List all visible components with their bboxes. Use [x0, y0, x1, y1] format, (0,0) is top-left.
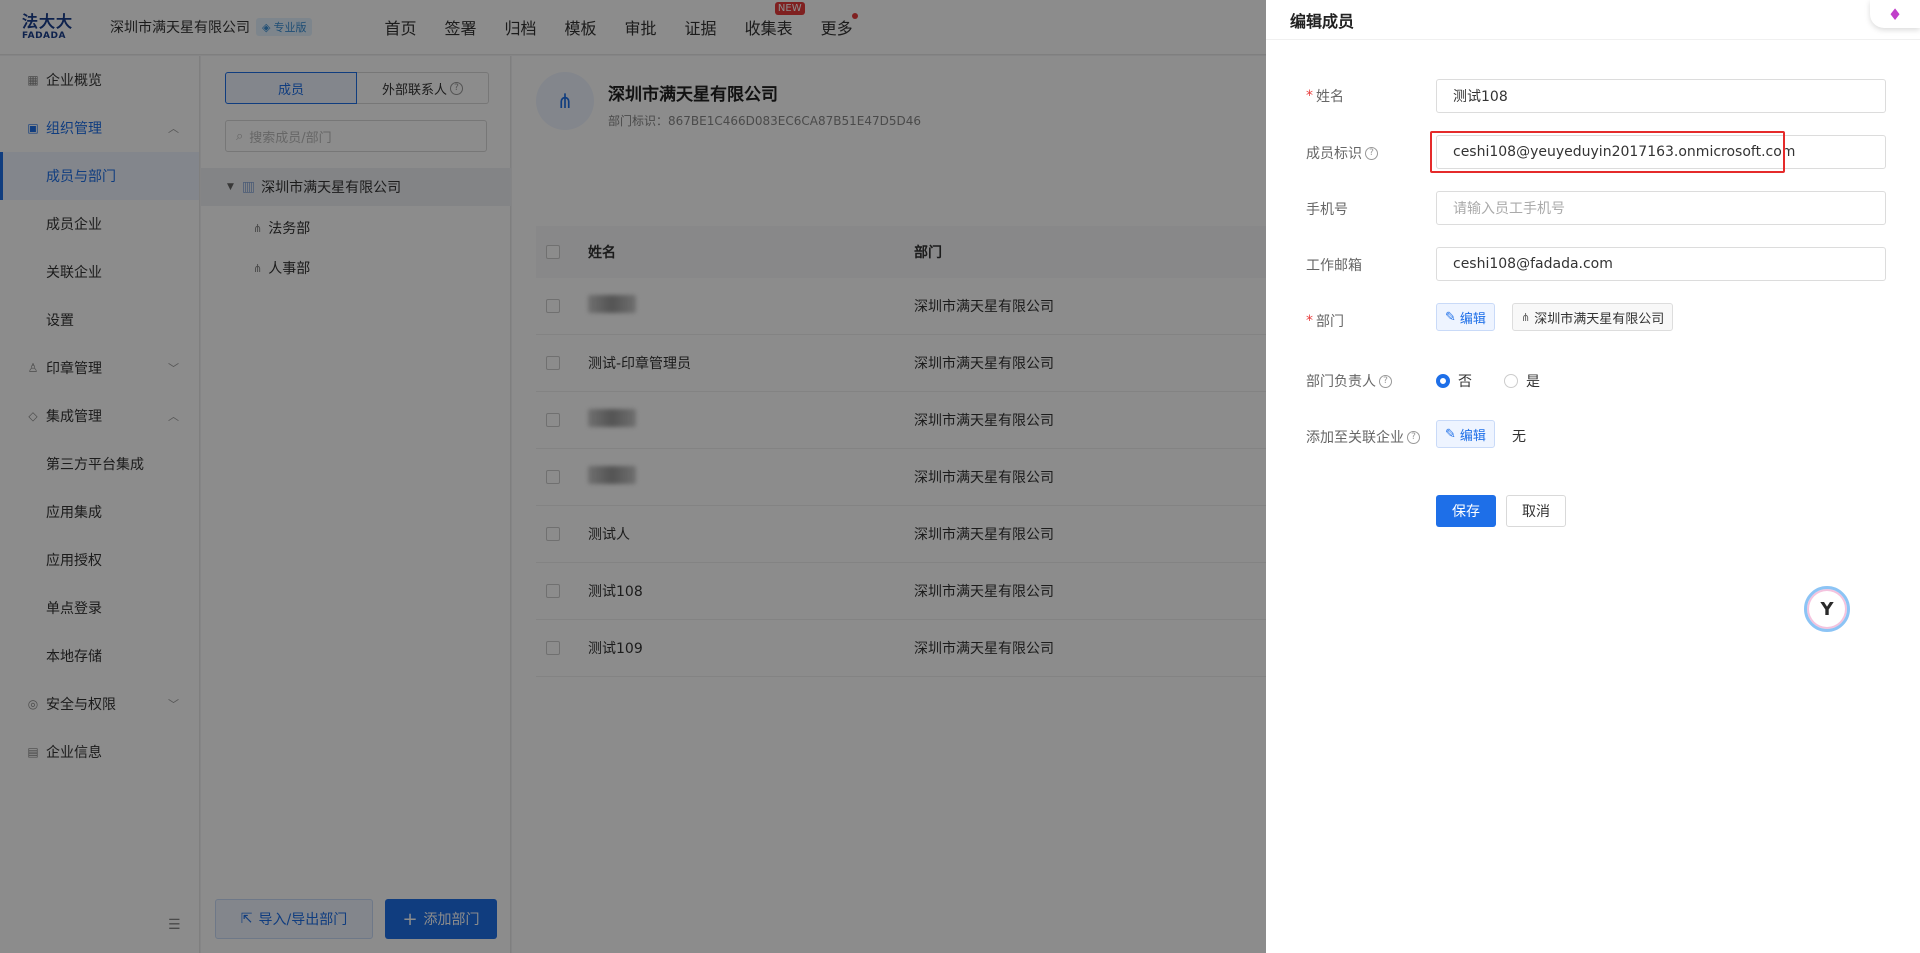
- modal-overlay[interactable]: [0, 0, 1266, 953]
- name-input[interactable]: 测试108: [1436, 79, 1886, 113]
- cancel-button[interactable]: 取消: [1506, 495, 1566, 527]
- phone-input[interactable]: 请输入员工手机号: [1436, 191, 1886, 225]
- assoc-label: 添加至关联企业?: [1306, 427, 1436, 447]
- help-icon[interactable]: ?: [1365, 146, 1378, 160]
- phone-label: 手机号: [1306, 202, 1348, 218]
- member-id-label: 成员标识?: [1306, 143, 1436, 163]
- leader-label: 部门负责人?: [1306, 371, 1436, 391]
- pencil-icon: ✎: [1445, 309, 1456, 325]
- save-button[interactable]: 保存: [1436, 495, 1496, 527]
- pencil-icon: ✎: [1445, 426, 1456, 442]
- assistant-icon[interactable]: ♦: [1870, 0, 1920, 28]
- leader-no-radio[interactable]: 否: [1436, 371, 1472, 391]
- floating-assistant-icon[interactable]: Y: [1804, 586, 1850, 632]
- org-chart-icon: ⋔: [1521, 310, 1531, 324]
- leader-yes-radio[interactable]: 是: [1504, 371, 1540, 391]
- email-label: 工作邮箱: [1306, 258, 1362, 274]
- dept-tag: ⋔ 深圳市满天星有限公司: [1512, 303, 1674, 331]
- help-icon[interactable]: ?: [1407, 430, 1420, 444]
- help-icon[interactable]: ?: [1379, 374, 1392, 388]
- edit-assoc-button[interactable]: ✎ 编辑: [1436, 420, 1495, 448]
- email-input[interactable]: ceshi108@fadada.com: [1436, 247, 1886, 281]
- edit-dept-button[interactable]: ✎ 编辑: [1436, 303, 1495, 331]
- drawer-title: 编辑成员: [1266, 0, 1920, 40]
- name-label: * 姓名: [1306, 88, 1344, 105]
- highlight-box: [1430, 131, 1785, 173]
- assoc-value: 无: [1512, 429, 1526, 445]
- dept-label: * 部门: [1306, 313, 1344, 330]
